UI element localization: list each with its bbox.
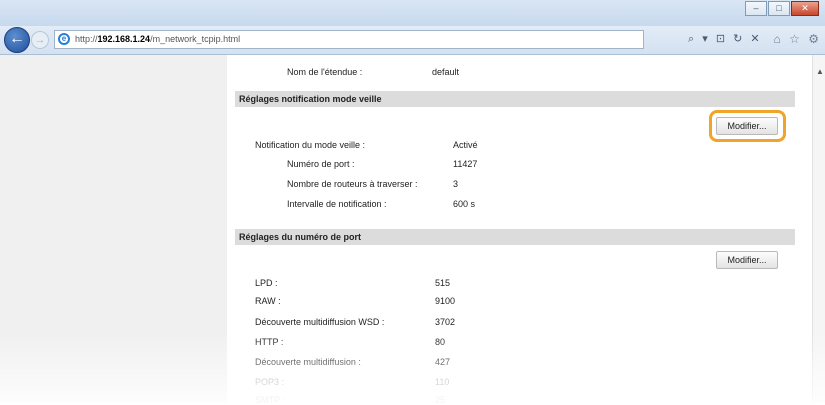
gear-icon[interactable]: ⚙ xyxy=(808,32,819,46)
port-row-value: 515 xyxy=(435,278,451,288)
sidebar xyxy=(0,55,227,403)
url-prefix: http:// xyxy=(75,34,98,44)
url-host: 192.168.1.24 xyxy=(97,34,151,44)
port-row-value: 427 xyxy=(435,357,451,367)
favorites-icon[interactable]: ☆ xyxy=(789,32,800,46)
port-row-value: 3702 xyxy=(435,317,456,327)
port-row-value: 80 xyxy=(435,337,446,347)
sleep-row-value: 600 s xyxy=(453,199,476,209)
sleep-row-label: Numéro de port : xyxy=(287,159,355,169)
scope-label: Nom de l'étendue : xyxy=(287,67,363,77)
port-row-label: Découverte multidiffusion WSD : xyxy=(255,317,385,327)
port-modify-button[interactable]: Modifier... xyxy=(716,251,778,269)
port-row-value: 110 xyxy=(435,377,450,387)
forward-button[interactable]: → xyxy=(31,31,49,49)
refresh-icon[interactable]: ↻ xyxy=(733,33,742,45)
sleep-section-title: Réglages notification mode veille xyxy=(235,91,795,107)
port-row-label: POP3 : xyxy=(255,377,285,387)
maximize-button[interactable]: □ xyxy=(768,1,790,16)
browser-toolbar: ⌂ ☆ ⚙ xyxy=(769,32,819,46)
port-row-label: HTTP : xyxy=(255,337,284,347)
sleep-row-label: Nombre de routeurs à traverser : xyxy=(287,179,418,189)
sleep-row-value: 11427 xyxy=(453,159,478,169)
sleep-row-value: 3 xyxy=(453,179,459,189)
window-titlebar: – □ ✕ xyxy=(0,0,825,26)
port-row-label: Découverte multidiffusion : xyxy=(255,357,361,367)
scroll-up-icon[interactable]: ▲ xyxy=(816,67,824,76)
sleep-row-label: Intervalle de notification : xyxy=(287,199,387,209)
search-icon[interactable]: ⌕ xyxy=(688,33,694,45)
stop-icon[interactable]: ✕ xyxy=(750,33,759,45)
port-row-label: LPD : xyxy=(255,278,278,288)
browser-navbar: ← → e http://192.168.1.24/m_network_tcpi… xyxy=(0,26,825,55)
address-tools: ⌕ ▾ ⊡ ↻ ✕ xyxy=(688,32,765,46)
vertical-scrollbar[interactable]: ▲ xyxy=(812,55,825,403)
sleep-row-value: Activé xyxy=(453,140,478,150)
ie-logo-icon: e xyxy=(58,33,70,45)
minimize-button[interactable]: – xyxy=(745,1,767,16)
home-icon[interactable]: ⌂ xyxy=(774,32,781,46)
scope-value: default xyxy=(432,67,460,77)
url-text: http://192.168.1.24/m_network_tcpip.html xyxy=(75,34,240,44)
compat-view-icon[interactable]: ⊡ xyxy=(716,33,725,45)
highlight-frame xyxy=(709,110,786,142)
port-row-value: 9100 xyxy=(435,296,456,306)
sleep-row-label: Notification du mode veille : xyxy=(255,140,366,150)
window-controls: – □ ✕ xyxy=(744,1,819,16)
back-button[interactable]: ← xyxy=(4,27,30,53)
close-window-button[interactable]: ✕ xyxy=(791,1,819,16)
port-section-title: Réglages du numéro de port xyxy=(235,229,795,245)
address-bar[interactable]: e http://192.168.1.24/m_network_tcpip.ht… xyxy=(54,30,644,49)
port-row-value: 25 xyxy=(435,395,446,405)
port-row-label: RAW : xyxy=(255,296,281,306)
page-content: Nom de l'étendue : default Réglages noti… xyxy=(0,55,825,405)
dropdown-icon[interactable]: ▾ xyxy=(702,33,708,45)
url-path: /m_network_tcpip.html xyxy=(150,34,241,44)
main-panel: Nom de l'étendue : default Réglages noti… xyxy=(227,55,812,405)
port-row-label: SMTP : xyxy=(255,395,285,405)
